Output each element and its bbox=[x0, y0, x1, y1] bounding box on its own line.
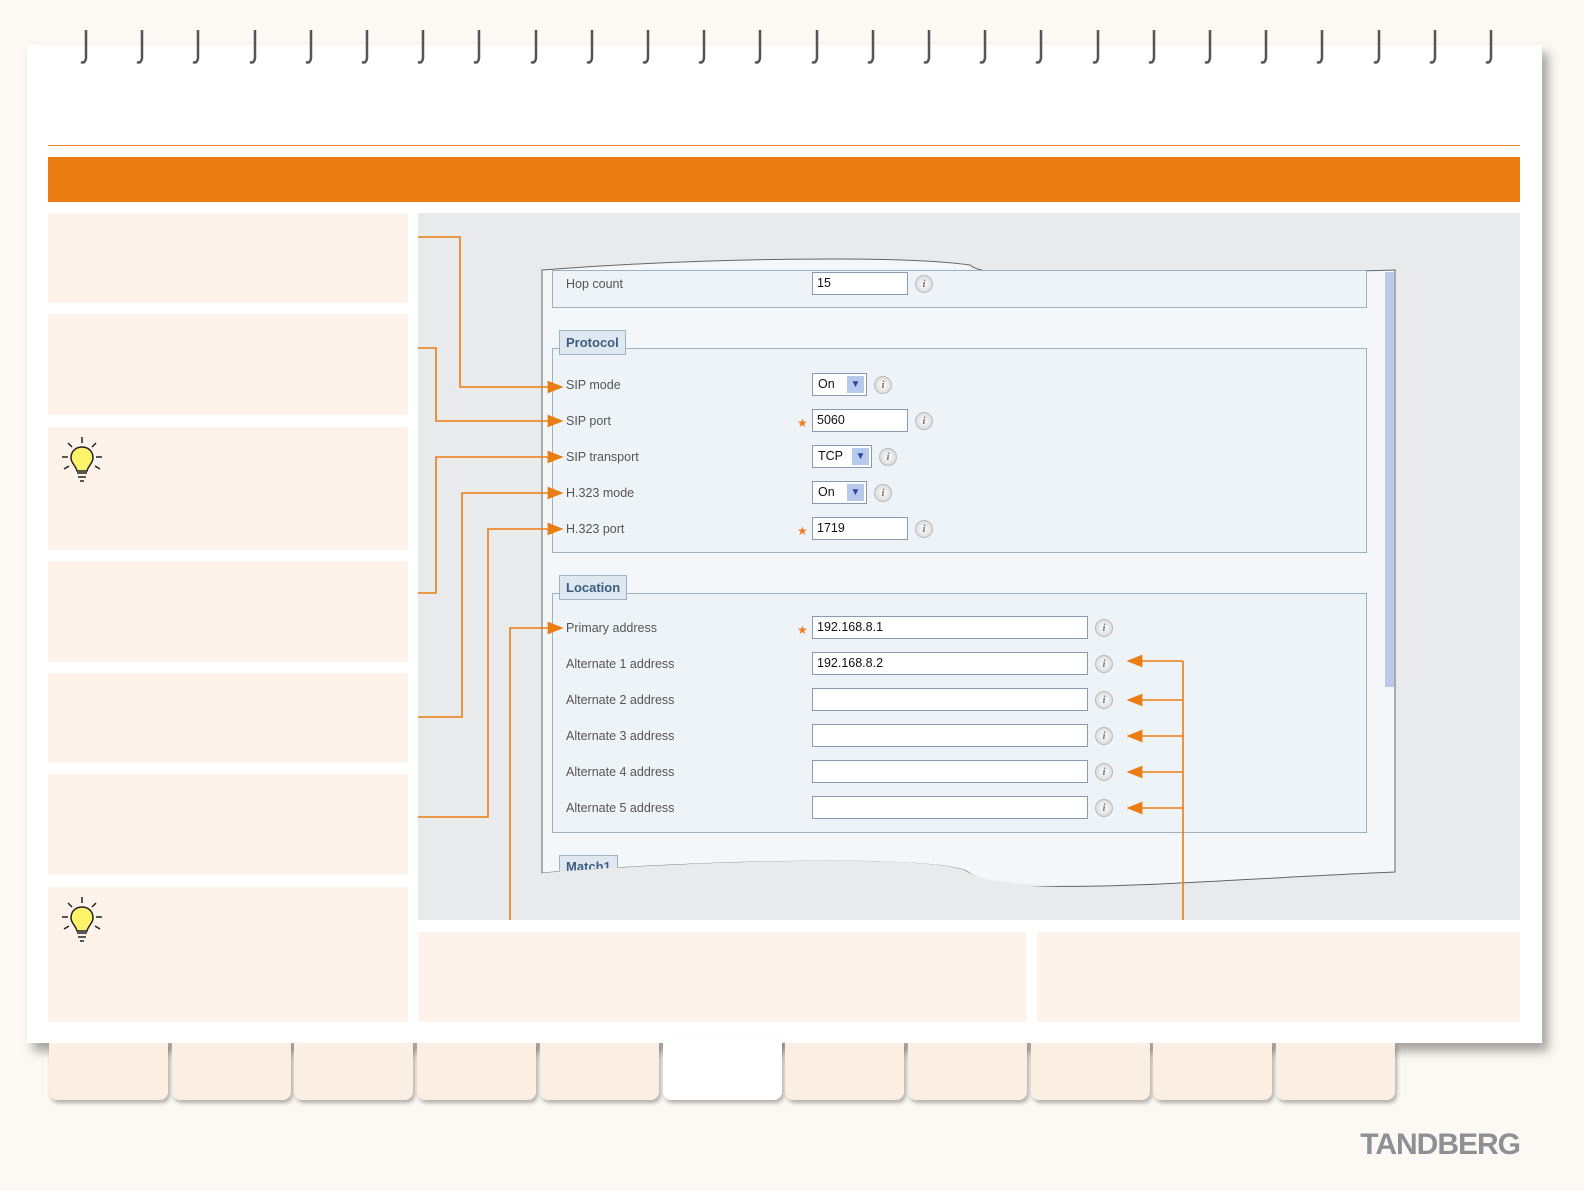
section-tab[interactable] bbox=[1276, 1043, 1395, 1100]
section-tab[interactable] bbox=[1030, 1043, 1150, 1100]
section-tab[interactable] bbox=[1153, 1043, 1273, 1100]
callout-lines bbox=[418, 236, 1184, 920]
section-tab[interactable] bbox=[785, 1043, 905, 1100]
tandberg-logo: TANDBERG bbox=[1360, 1128, 1521, 1161]
section-tab[interactable] bbox=[171, 1043, 291, 1100]
section-tab[interactable] bbox=[294, 1043, 414, 1100]
section-tab[interactable] bbox=[49, 1043, 168, 1100]
section-tab[interactable] bbox=[417, 1043, 537, 1100]
section-tab[interactable] bbox=[907, 1043, 1027, 1100]
section-tab[interactable] bbox=[539, 1043, 659, 1100]
section-tab[interactable] bbox=[662, 1040, 782, 1100]
